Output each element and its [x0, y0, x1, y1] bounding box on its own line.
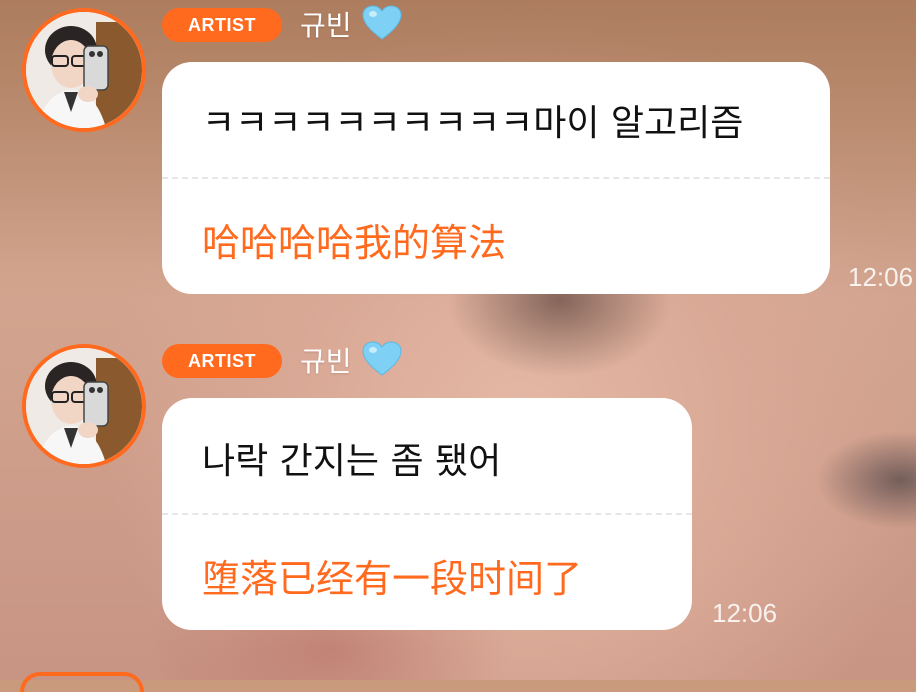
bubble-divider [162, 177, 830, 179]
message-bubble[interactable]: ㅋㅋㅋㅋㅋㅋㅋㅋㅋㅋ마이 알고리즘 哈哈哈哈我的算法 [162, 62, 830, 294]
bubble-divider [162, 513, 692, 515]
artist-badge: ARTIST [162, 8, 282, 42]
original-text: ㅋㅋㅋㅋㅋㅋㅋㅋㅋㅋ마이 알고리즘 [202, 103, 744, 144]
avatar-photo [26, 348, 142, 464]
chat-message-1: ARTIST 규빈 ㅋㅋㅋㅋㅋㅋㅋㅋㅋㅋ마이 알고리즘 哈哈哈哈我的算法 12:… [0, 0, 916, 300]
artist-badge: ARTIST [162, 344, 282, 378]
sender-name[interactable]: 규빈 [300, 4, 402, 44]
light-blue-heart-icon [362, 5, 402, 40]
message-timestamp: 12:06 [712, 598, 778, 628]
artist-avatar[interactable] [22, 344, 146, 468]
light-blue-heart-icon [362, 341, 402, 376]
sender-name-text: 규빈 [300, 345, 352, 378]
sender-name[interactable]: 규빈 [300, 340, 402, 380]
chat-message-2: ARTIST 규빈 나락 간지는 좀 됐어 堕落已经有一段时间了 12:06 [0, 336, 916, 636]
avatar-photo [26, 12, 142, 128]
next-message-avatar-edge [20, 672, 144, 692]
message-bubble[interactable]: 나락 간지는 좀 됐어 堕落已经有一段时间了 [162, 398, 692, 630]
translated-text: 堕落已经有一段时间了 [202, 557, 583, 601]
artist-avatar[interactable] [22, 8, 146, 132]
original-text: 나락 간지는 좀 됐어 [202, 441, 502, 482]
message-timestamp: 12:06 [848, 262, 914, 292]
translated-text: 哈哈哈哈我的算法 [202, 221, 507, 265]
sender-name-text: 규빈 [300, 9, 352, 42]
